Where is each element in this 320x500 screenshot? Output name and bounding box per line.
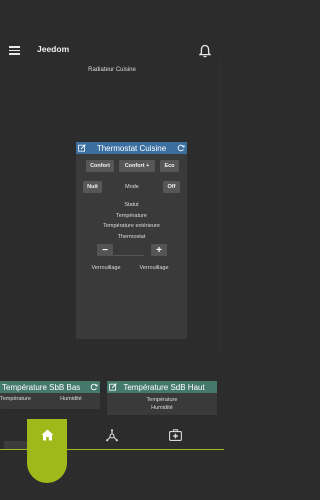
edit-icon[interactable] <box>109 383 117 391</box>
lock-label-2[interactable]: Verrouillage <box>134 265 174 271</box>
app-title: Jeedom <box>37 44 70 54</box>
sdb-haut-humidity-label: Humidité <box>151 405 173 411</box>
bell-icon[interactable] <box>199 44 211 58</box>
sdb-haut-header: Température SdB Haut <box>107 381 217 393</box>
app-bar <box>0 0 224 56</box>
eco-button[interactable]: Eco <box>160 160 179 172</box>
home-icon[interactable] <box>41 429 54 441</box>
page-label: Radiateur Cuisine <box>88 67 136 73</box>
menu-icon[interactable] <box>9 46 20 55</box>
sdb-haut-temperature-label: Température <box>146 397 178 403</box>
thermostat-setpoint-input[interactable] <box>113 244 144 256</box>
thermostat-title: Thermostat Cuisine <box>96 143 167 153</box>
mode-label: Mode <box>125 184 139 190</box>
thermostat-plus-button[interactable]: + <box>151 244 167 256</box>
temperature-label: Température <box>116 213 147 219</box>
sdb-bas-temperature-label: Température <box>0 396 31 402</box>
thermostat-minus-button[interactable]: − <box>97 244 113 256</box>
scroll-track <box>218 60 221 350</box>
thermostat-widget-header: Thermostat Cuisine <box>76 142 187 154</box>
sdb-haut-title: Température SdB Haut <box>123 382 205 392</box>
sdb-bas-widget: Température SbB Bas <box>0 381 100 409</box>
thermostat-label: Thermostat <box>117 234 146 240</box>
sdb-bas-header: Température SbB Bas <box>0 381 100 393</box>
confort-button[interactable]: Confort <box>86 160 114 172</box>
temperature-exterieure-label: Température extérieure <box>103 223 160 229</box>
lock-label-1[interactable]: Verrouillage <box>86 265 126 271</box>
refresh-icon[interactable] <box>90 383 98 391</box>
statut-label: Statut <box>124 202 139 208</box>
confort-plus-button[interactable]: Confort + <box>119 160 155 172</box>
medkit-icon[interactable] <box>169 429 182 441</box>
hub-icon[interactable] <box>105 429 119 443</box>
sdb-bas-title: Température SbB Bas <box>2 382 81 392</box>
nuit-button[interactable]: Nuit <box>83 181 102 193</box>
refresh-icon[interactable] <box>177 144 185 152</box>
sdb-bas-humidity-label: Humidité <box>60 396 82 402</box>
edit-icon[interactable] <box>78 144 86 152</box>
off-button[interactable]: Off <box>163 181 180 193</box>
